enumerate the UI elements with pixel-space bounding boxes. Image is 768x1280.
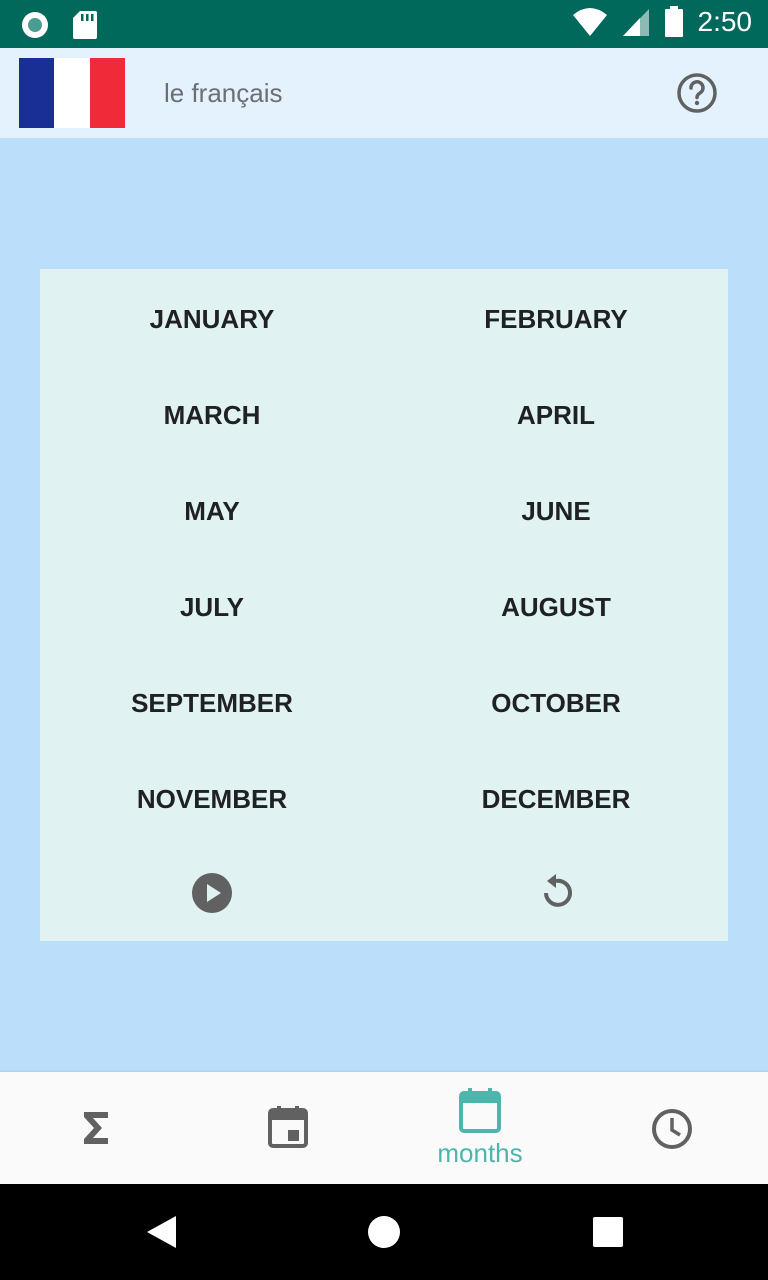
month-december[interactable]: DECEMBER (384, 769, 728, 829)
status-bar: 2:50 (0, 0, 768, 48)
month-may[interactable]: MAY (40, 481, 384, 541)
month-april[interactable]: APRIL (384, 385, 728, 445)
wifi-icon (572, 8, 607, 36)
sd-card-icon (73, 11, 97, 39)
bottom-nav: months (0, 1072, 768, 1184)
clock-icon (652, 1109, 692, 1149)
nav-item-months[interactable]: months (384, 1072, 576, 1184)
notification-dot-icon (22, 12, 48, 38)
month-october[interactable]: OCTOBER (384, 673, 728, 733)
help-circle-icon[interactable] (676, 72, 718, 114)
nav-item-sums[interactable] (0, 1072, 192, 1184)
month-march[interactable]: MARCH (40, 385, 384, 445)
system-nav-bar (0, 1184, 768, 1280)
nav-item-days[interactable] (192, 1072, 384, 1184)
sigma-icon (84, 1112, 108, 1144)
language-label: le français (164, 78, 283, 108)
play-circle-icon[interactable] (190, 871, 234, 915)
nav-label-months: months (437, 1138, 523, 1168)
recents-icon[interactable] (592, 1216, 624, 1248)
months-card: JANUARY FEBRUARY MARCH APRIL MAY JUNE JU… (40, 269, 728, 941)
month-february[interactable]: FEBRUARY (384, 289, 728, 349)
month-july[interactable]: JULY (40, 577, 384, 637)
app-header: le français (0, 48, 768, 138)
month-june[interactable]: JUNE (384, 481, 728, 541)
home-icon[interactable] (366, 1214, 402, 1250)
calendar-day-icon (268, 1106, 308, 1148)
replay-icon[interactable] (534, 871, 578, 915)
month-january[interactable]: JANUARY (40, 289, 384, 349)
calendar-icon (459, 1088, 501, 1133)
france-flag[interactable] (19, 58, 125, 128)
nav-item-time[interactable] (576, 1072, 768, 1184)
status-time: 2:50 (697, 6, 753, 37)
month-september[interactable]: SEPTEMBER (40, 673, 384, 733)
signal-icon (622, 9, 649, 36)
month-august[interactable]: AUGUST (384, 577, 728, 637)
battery-icon (664, 6, 683, 37)
back-icon[interactable] (144, 1214, 178, 1250)
month-november[interactable]: NOVEMBER (40, 769, 384, 829)
